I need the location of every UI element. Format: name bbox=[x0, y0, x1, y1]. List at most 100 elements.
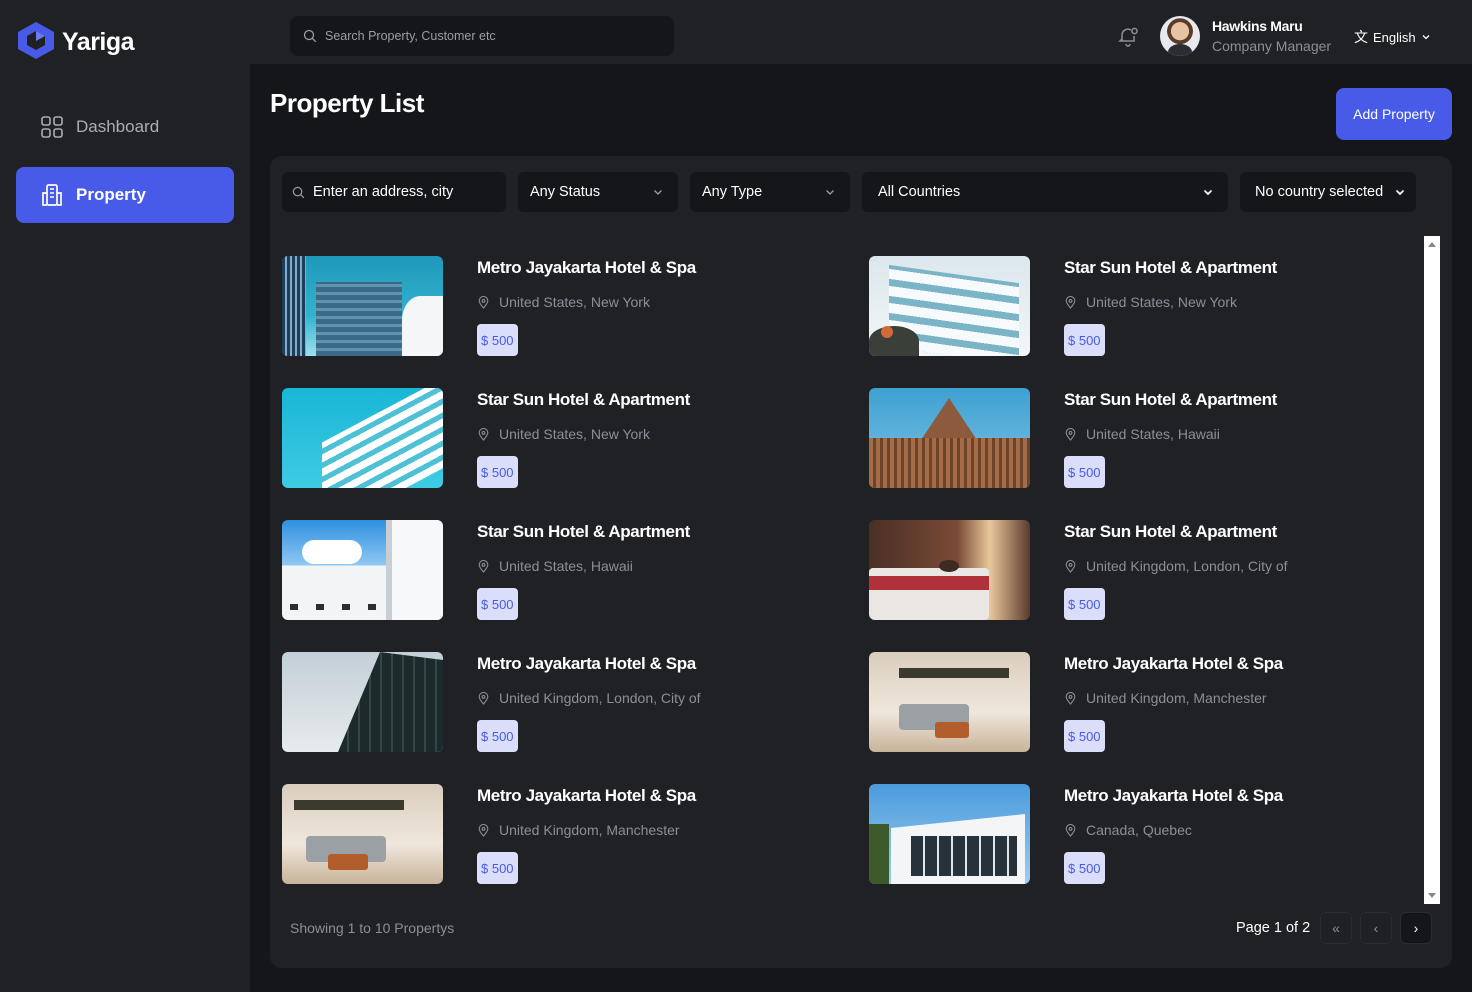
prev-page-button[interactable]: ‹ bbox=[1360, 912, 1392, 944]
chevron-down-icon bbox=[1203, 189, 1213, 196]
bell-icon[interactable] bbox=[1116, 24, 1140, 48]
address-placeholder: Enter an address, city bbox=[313, 184, 454, 200]
property-card[interactable]: Star Sun Hotel & Apartment United States… bbox=[869, 256, 1429, 356]
property-image bbox=[869, 256, 1030, 356]
property-location-text: United Kingdom, London, City of bbox=[499, 690, 701, 706]
results-summary: Showing 1 to 10 Propertys bbox=[290, 920, 455, 936]
user-name: Hawkins Maru bbox=[1212, 18, 1303, 34]
add-property-button[interactable]: Add Property bbox=[1336, 88, 1452, 140]
property-list-panel: Enter an address, city Any Status Any Ty… bbox=[270, 156, 1452, 968]
location-pin-icon bbox=[478, 823, 489, 837]
search-icon bbox=[292, 186, 305, 198]
location-pin-icon bbox=[478, 559, 489, 573]
language-label: English bbox=[1373, 29, 1416, 45]
property-location: United Kingdom, Manchester bbox=[1064, 690, 1267, 706]
property-card[interactable]: Metro Jayakarta Hotel & Spa United State… bbox=[282, 256, 842, 356]
scroll-up-arrow-icon[interactable] bbox=[1428, 242, 1436, 247]
property-image bbox=[282, 256, 443, 356]
first-page-button[interactable]: « bbox=[1320, 912, 1352, 944]
countries-select[interactable]: All Countries bbox=[862, 172, 1228, 212]
scroll-down-arrow-icon[interactable] bbox=[1428, 893, 1436, 898]
property-name: Metro Jayakarta Hotel & Spa bbox=[477, 654, 696, 673]
status-select[interactable]: Any Status bbox=[518, 172, 678, 212]
country-select-value: No country selected bbox=[1255, 184, 1384, 200]
property-location-text: United States, New York bbox=[499, 294, 650, 310]
property-image bbox=[282, 652, 443, 752]
brand-name: Yariga bbox=[62, 28, 135, 56]
price-badge: $ 500 bbox=[1064, 588, 1105, 620]
property-name: Star Sun Hotel & Apartment bbox=[1064, 258, 1277, 277]
property-card[interactable]: Metro Jayakarta Hotel & Spa United Kingd… bbox=[869, 652, 1429, 752]
property-name: Metro Jayakarta Hotel & Spa bbox=[1064, 786, 1283, 805]
property-location: United States, Hawaii bbox=[477, 558, 633, 574]
property-image bbox=[282, 520, 443, 620]
property-card[interactable]: Star Sun Hotel & Apartment United States… bbox=[282, 520, 842, 620]
property-location-text: United Kingdom, London, City of bbox=[1086, 558, 1288, 574]
property-location-text: United States, New York bbox=[1086, 294, 1237, 310]
property-name: Metro Jayakarta Hotel & Spa bbox=[477, 258, 696, 277]
price-badge: $ 500 bbox=[477, 720, 518, 752]
property-location-text: United States, Hawaii bbox=[1086, 426, 1220, 442]
page-info: Page 1 of 2 bbox=[1236, 920, 1311, 936]
location-pin-icon bbox=[1065, 559, 1076, 573]
location-pin-icon bbox=[478, 427, 489, 441]
property-location: United States, Hawaii bbox=[1064, 426, 1220, 442]
property-location: United Kingdom, Manchester bbox=[477, 822, 680, 838]
property-location-text: United Kingdom, Manchester bbox=[499, 822, 680, 838]
price-badge: $ 500 bbox=[1064, 720, 1105, 752]
property-card[interactable]: Metro Jayakarta Hotel & Spa Canada, Queb… bbox=[869, 784, 1429, 884]
next-page-button[interactable]: › bbox=[1400, 912, 1432, 944]
property-name: Star Sun Hotel & Apartment bbox=[1064, 390, 1277, 409]
property-image bbox=[869, 520, 1030, 620]
property-location: United States, New York bbox=[477, 294, 650, 310]
property-location: United States, New York bbox=[477, 426, 650, 442]
price-badge: $ 500 bbox=[1064, 324, 1105, 356]
property-card[interactable]: Metro Jayakarta Hotel & Spa United Kingd… bbox=[282, 784, 842, 884]
property-name: Metro Jayakarta Hotel & Spa bbox=[1064, 654, 1283, 673]
property-image bbox=[282, 784, 443, 884]
property-location-text: Canada, Quebec bbox=[1086, 822, 1192, 838]
property-location-text: United Kingdom, Manchester bbox=[1086, 690, 1267, 706]
chevron-down-icon bbox=[1422, 35, 1430, 40]
chevron-down-icon bbox=[826, 190, 834, 195]
chevron-down-icon bbox=[1395, 189, 1405, 196]
property-card[interactable]: Star Sun Hotel & Apartment United States… bbox=[869, 388, 1429, 488]
sidebar-item-label: Property bbox=[76, 185, 146, 204]
page-title: Property List bbox=[270, 88, 424, 118]
translate-icon: 文 bbox=[1354, 29, 1368, 45]
user-avatar[interactable] bbox=[1160, 16, 1200, 56]
grid-icon bbox=[40, 115, 64, 139]
property-name: Star Sun Hotel & Apartment bbox=[477, 390, 690, 409]
price-badge: $ 500 bbox=[477, 456, 518, 488]
price-badge: $ 500 bbox=[1064, 456, 1105, 488]
property-name: Star Sun Hotel & Apartment bbox=[1064, 522, 1277, 541]
type-select-value: Any Type bbox=[702, 184, 763, 200]
countries-select-value: All Countries bbox=[878, 184, 961, 200]
property-image bbox=[869, 388, 1030, 488]
scrollbar[interactable] bbox=[1424, 236, 1440, 904]
property-card[interactable]: Star Sun Hotel & Apartment United States… bbox=[282, 388, 842, 488]
global-search-input[interactable]: Search Property, Customer etc bbox=[290, 16, 674, 56]
location-pin-icon bbox=[1065, 691, 1076, 705]
location-pin-icon bbox=[1065, 823, 1076, 837]
property-location-text: United States, Hawaii bbox=[499, 558, 633, 574]
sidebar-item-dashboard[interactable]: Dashboard bbox=[16, 99, 234, 155]
top-bar: Yariga Search Property, Customer etc Haw… bbox=[0, 0, 1472, 64]
property-image bbox=[869, 784, 1030, 884]
price-badge: $ 500 bbox=[1064, 852, 1105, 884]
status-select-value: Any Status bbox=[530, 184, 601, 200]
search-icon bbox=[303, 29, 317, 43]
property-card[interactable]: Star Sun Hotel & Apartment United Kingdo… bbox=[869, 520, 1429, 620]
sidebar-item-property[interactable]: Property bbox=[16, 167, 234, 223]
logo-icon bbox=[18, 22, 54, 59]
property-location: United Kingdom, London, City of bbox=[1064, 558, 1288, 574]
property-location: United States, New York bbox=[1064, 294, 1237, 310]
language-selector[interactable]: 文 English bbox=[1354, 27, 1431, 47]
price-badge: $ 500 bbox=[477, 324, 518, 356]
country-select[interactable]: No country selected bbox=[1240, 172, 1416, 212]
type-select[interactable]: Any Type bbox=[690, 172, 850, 212]
property-card[interactable]: Metro Jayakarta Hotel & Spa United Kingd… bbox=[282, 652, 842, 752]
building-icon bbox=[40, 183, 64, 207]
property-name: Star Sun Hotel & Apartment bbox=[477, 522, 690, 541]
address-search-input[interactable]: Enter an address, city bbox=[282, 172, 506, 212]
